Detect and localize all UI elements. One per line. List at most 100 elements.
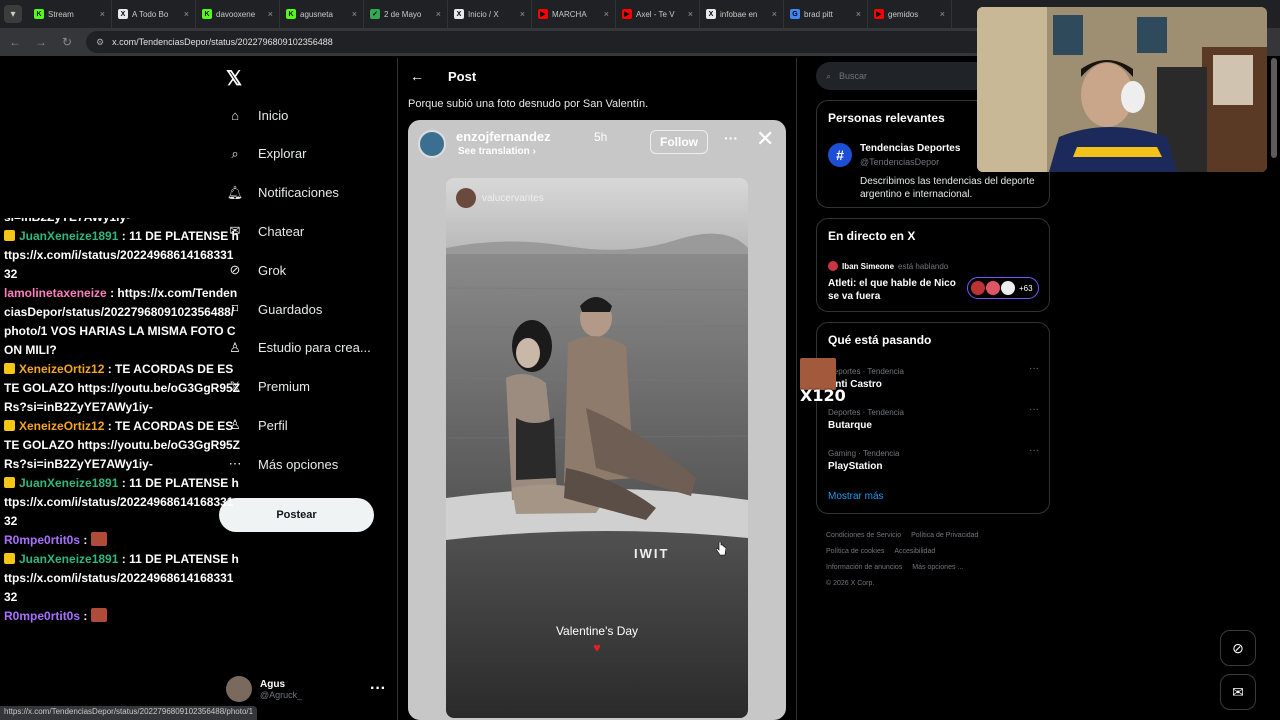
footer-link[interactable]: Más opciones ... bbox=[912, 564, 963, 571]
chat-emote bbox=[90, 532, 107, 546]
nav-item-más[interactable]: ⋯ Más opciones bbox=[226, 455, 339, 473]
more-icon[interactable]: ··· bbox=[1029, 445, 1039, 456]
story-caption: Valentine's Day bbox=[555, 624, 639, 638]
close-tab-icon[interactable]: × bbox=[436, 9, 441, 19]
nav-item-label: Estudio para crea... bbox=[258, 340, 371, 356]
close-tab-icon[interactable]: × bbox=[604, 9, 609, 19]
webcam-overlay bbox=[977, 7, 1267, 172]
close-tab-icon[interactable]: × bbox=[100, 9, 105, 19]
chat-message: R0mpe0rtit0s : bbox=[0, 531, 240, 550]
footer-link[interactable]: Información de anuncios bbox=[826, 564, 902, 571]
hashtag-avatar-icon[interactable]: # bbox=[828, 143, 852, 167]
scrollbar[interactable] bbox=[1271, 58, 1277, 158]
browser-tab[interactable]: X Inicio / X × bbox=[448, 0, 532, 28]
tab-title: agusneta bbox=[300, 9, 333, 19]
close-icon[interactable]: ✕ bbox=[756, 126, 774, 152]
board-text: IWIT bbox=[634, 546, 670, 561]
nav-item-guardados[interactable]: ⌑ Guardados bbox=[226, 300, 323, 318]
post-text: Porque subió una foto desnudo por San Va… bbox=[408, 98, 649, 110]
post-media[interactable]: enzojfernandez 5h See translation › Foll… bbox=[408, 120, 786, 720]
footer-link: © 2026 X Corp. bbox=[826, 580, 875, 587]
see-translation-link[interactable]: See translation › bbox=[458, 146, 536, 157]
subscriber-badge-icon bbox=[4, 477, 15, 488]
nav-item-label: Chatear bbox=[258, 223, 305, 239]
browser-tab[interactable]: ✓ 2 de Mayo × bbox=[364, 0, 448, 28]
chat-username: R0mpe0rtit0s bbox=[4, 609, 81, 623]
grok-button[interactable]: ⊘ bbox=[1220, 630, 1256, 666]
browser-tab[interactable]: ▶ Axel - Te V × bbox=[616, 0, 700, 28]
browser-tab[interactable]: ▶ MARCHA × bbox=[532, 0, 616, 28]
close-tab-icon[interactable]: × bbox=[688, 9, 693, 19]
browser-tab[interactable]: Kdavooxene × bbox=[196, 0, 280, 28]
nav-item-explorar[interactable]: ⌕ Explorar bbox=[226, 145, 306, 163]
site-info-icon[interactable]: ⚙ bbox=[96, 37, 104, 48]
browser-tab[interactable]: Xinfobae en × bbox=[700, 0, 784, 28]
footer-link[interactable]: Política de cookies bbox=[826, 548, 884, 555]
browser-tab[interactable]: ▶ gemidos × bbox=[868, 0, 952, 28]
close-tab-icon[interactable]: × bbox=[352, 9, 357, 19]
chat-message: JuanXeneize1891 : 11 DE PLATENSE https:/… bbox=[0, 550, 240, 607]
close-tab-icon[interactable]: × bbox=[940, 9, 945, 19]
nav-item-inicio[interactable]: ⌂ Inicio bbox=[226, 106, 288, 124]
relevant-name[interactable]: Tendencias Deportes bbox=[860, 143, 960, 154]
back-arrow-icon[interactable]: ← bbox=[410, 68, 424, 84]
address-bar[interactable]: ⚙ x.com/TendenciasDepor/status/202279680… bbox=[86, 31, 986, 53]
close-tab-icon[interactable]: × bbox=[856, 9, 861, 19]
browser-tab[interactable]: K Stream × bbox=[28, 0, 112, 28]
more-icon[interactable]: ··· bbox=[1029, 363, 1039, 374]
browser-tab[interactable]: Kagusneta × bbox=[280, 0, 364, 28]
tab-search-button[interactable]: ▾ bbox=[4, 5, 22, 23]
tab-title: A Todo Bo bbox=[132, 9, 169, 19]
close-tab-icon[interactable]: × bbox=[520, 9, 525, 19]
reload-icon[interactable]: ↻ bbox=[60, 35, 74, 49]
story-username: enzojfernandez bbox=[456, 129, 551, 144]
subscriber-badge-icon bbox=[4, 363, 15, 374]
tab-favicon-icon: ▶ bbox=[622, 9, 632, 19]
follow-button[interactable]: Follow bbox=[650, 130, 708, 154]
bell-icon: 🔔︎ bbox=[226, 184, 244, 200]
chat-message: XeneizeOrtiz12 : TE ACORDAS DE ESTE GOLA… bbox=[0, 360, 240, 417]
nav-item-estudio[interactable]: ♙ Estudio para crea... bbox=[226, 339, 371, 357]
trend-item[interactable]: Deportes · Tendencia Butarque bbox=[828, 408, 904, 431]
more-icon[interactable]: ··· bbox=[370, 680, 386, 698]
forward-arrow-icon[interactable]: → bbox=[34, 35, 48, 49]
close-tab-icon[interactable]: × bbox=[268, 9, 273, 19]
footer-link[interactable]: Accesibilidad bbox=[894, 548, 935, 555]
chat-partial-line: si=inB2ZyYE7AWy1iy- bbox=[0, 218, 240, 227]
tab-favicon-icon: ✓ bbox=[370, 9, 380, 19]
back-arrow-icon[interactable]: ← bbox=[8, 35, 22, 49]
post-button[interactable]: Postear bbox=[219, 498, 374, 532]
nav-item-notificaciones[interactable]: 🔔︎ Notificaciones bbox=[226, 184, 339, 202]
grok-icon: ⊘ bbox=[1232, 639, 1244, 656]
account-switcher[interactable]: Agus @Agruck_ ··· bbox=[226, 672, 386, 706]
chat-username: R0mpe0rtit0s bbox=[4, 533, 81, 547]
profile-handle: @Agruck_ bbox=[260, 689, 303, 700]
story-avatar bbox=[418, 130, 446, 158]
live-card: En directo en X Iban Simeone está hablan… bbox=[816, 218, 1050, 312]
live-host[interactable]: Iban Simeone está hablando bbox=[828, 261, 948, 271]
browser-tab[interactable]: X A Todo Bo × bbox=[112, 0, 196, 28]
tab-title: brad pitt bbox=[804, 9, 833, 19]
listeners-pill[interactable]: +63 bbox=[967, 277, 1039, 299]
chat-message: R0mpe0rtit0s : bbox=[0, 607, 240, 626]
more-icon[interactable]: ··· bbox=[724, 130, 738, 146]
more-icon[interactable]: ··· bbox=[1029, 404, 1039, 415]
chat-username: XeneizeOrtiz12 bbox=[19, 419, 105, 433]
page-title: Post bbox=[448, 68, 477, 84]
footer-link[interactable]: Condiciones de Servicio bbox=[826, 532, 901, 539]
chat-username: XeneizeOrtiz12 bbox=[19, 362, 105, 376]
close-tab-icon[interactable]: × bbox=[184, 9, 189, 19]
show-more-link[interactable]: Mostrar más bbox=[828, 491, 884, 502]
subscriber-badge-icon bbox=[4, 420, 15, 431]
messages-button[interactable]: ✉ bbox=[1220, 674, 1256, 710]
x-logo-icon[interactable]: 𝕏 bbox=[226, 66, 242, 91]
tab-favicon-icon: ▶ bbox=[874, 9, 884, 19]
footer-link[interactable]: Política de Privacidad bbox=[911, 532, 978, 539]
inner-story-user: valucervantes bbox=[456, 188, 544, 208]
browser-tab[interactable]: Gbrad pitt × bbox=[784, 0, 868, 28]
mail-icon: ✉ bbox=[1232, 683, 1244, 700]
trend-item[interactable]: Gaming · Tendencia PlayStation bbox=[828, 449, 899, 472]
space-title[interactable]: Atleti: el que hable de Nico se va fuera bbox=[828, 277, 963, 303]
close-tab-icon[interactable]: × bbox=[772, 9, 777, 19]
tab-favicon-icon: X bbox=[706, 9, 716, 19]
